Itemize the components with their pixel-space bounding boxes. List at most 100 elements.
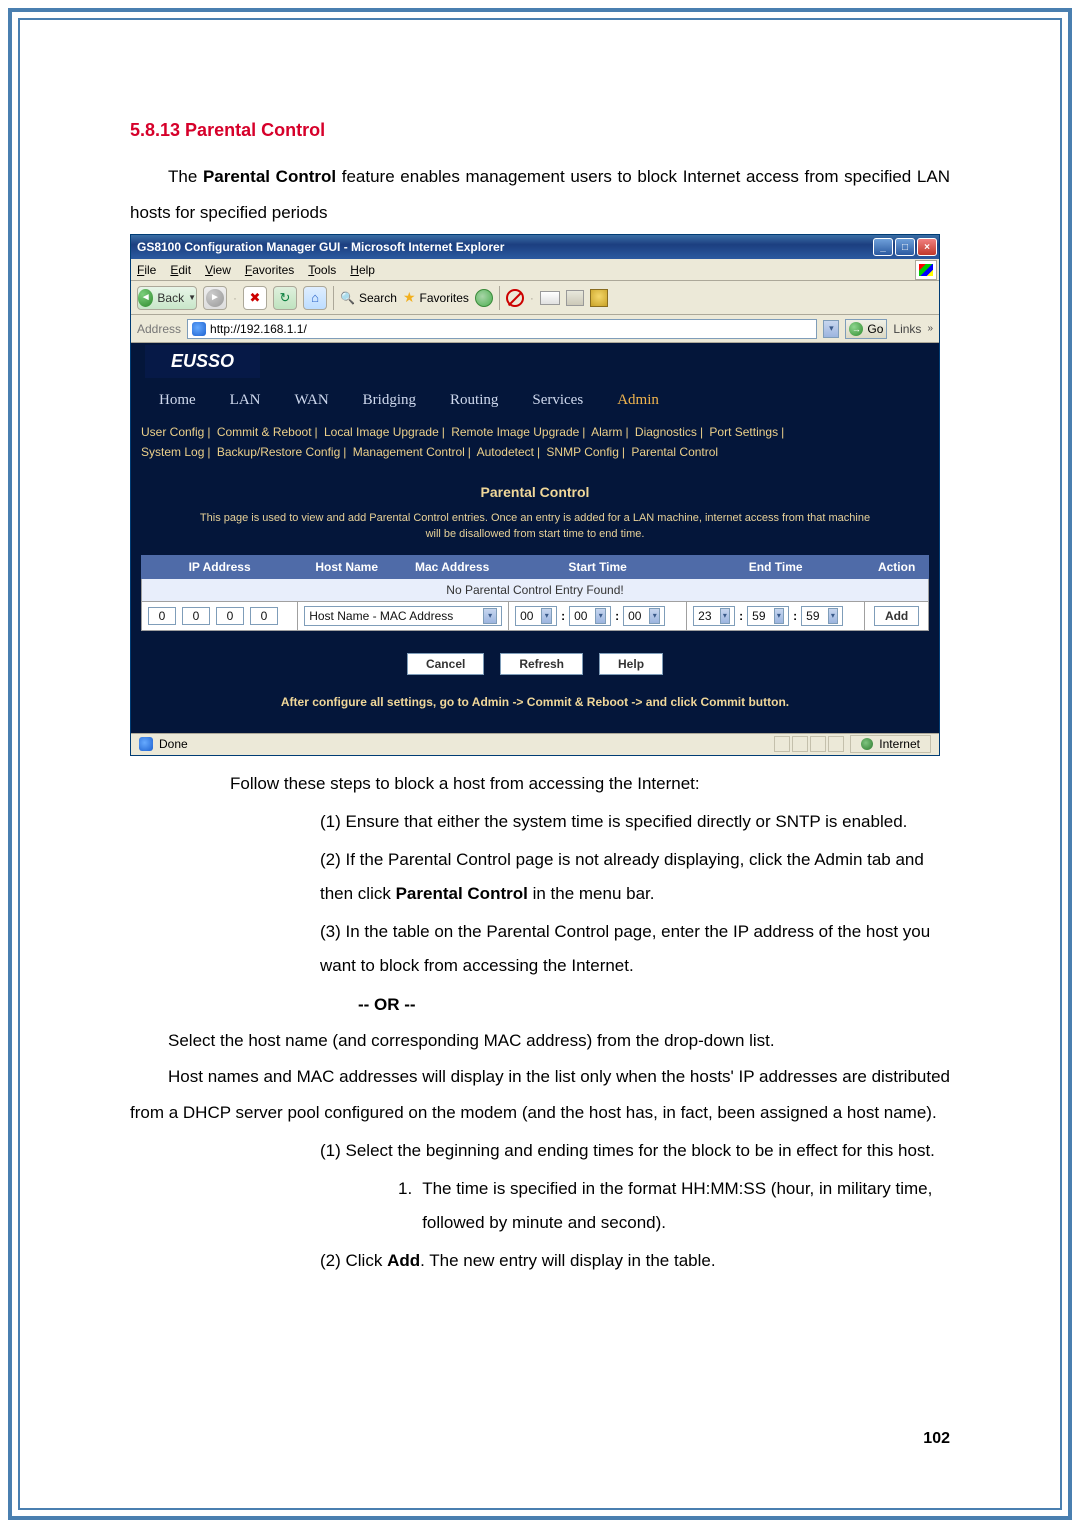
subnav-item[interactable]: Diagnostics: [635, 425, 697, 439]
links-label[interactable]: Links: [893, 322, 921, 336]
stop-button[interactable]: ✖: [243, 286, 267, 310]
popup-blocker-icon[interactable]: [506, 289, 524, 307]
print-icon[interactable]: [566, 290, 584, 306]
list-item: (1) Select the beginning and ending time…: [320, 1134, 950, 1168]
favorites-button[interactable]: ★ Favorites: [403, 289, 469, 306]
ip-octet-1[interactable]: 0: [148, 607, 176, 625]
address-dropdown[interactable]: ▾: [823, 320, 839, 338]
subnav-item[interactable]: Local Image Upgrade: [324, 425, 439, 439]
subnav-item[interactable]: Management Control: [353, 445, 465, 459]
col-host: Host Name: [298, 555, 396, 578]
subnav-item[interactable]: Commit & Reboot: [217, 425, 312, 439]
subnav-item[interactable]: Backup/Restore Config: [217, 445, 340, 459]
section-heading: 5.8.13 Parental Control: [130, 120, 950, 141]
no-entry-row: No Parental Control Entry Found!: [142, 578, 929, 601]
title-bar: GS8100 Configuration Manager GUI - Micro…: [131, 235, 939, 259]
start-ss-select[interactable]: 00▾: [623, 606, 665, 626]
host-mac-cell: Host Name - MAC Address ▾: [298, 601, 509, 630]
time-colon: :: [615, 609, 619, 623]
start-time-cell: 00▾ : 00▾ : 00▾: [509, 601, 687, 630]
nav-admin[interactable]: Admin: [617, 392, 659, 409]
menu-view[interactable]: View: [205, 263, 231, 277]
links-chevron-icon[interactable]: »: [927, 323, 933, 334]
status-bar: Done Internet: [131, 733, 939, 755]
menu-favorites[interactable]: Favorites: [245, 263, 294, 277]
forward-button[interactable]: ►: [203, 286, 227, 310]
status-seg: [774, 736, 790, 752]
steps-list-3: (2) Click Add. The new entry will displa…: [130, 1244, 950, 1278]
nav-home[interactable]: Home: [159, 392, 196, 409]
mail-icon[interactable]: [540, 291, 560, 305]
history-icon[interactable]: [475, 289, 493, 307]
subnav-item[interactable]: Parental Control: [631, 445, 718, 459]
nav-lan[interactable]: LAN: [230, 392, 261, 409]
intro-prefix: The: [168, 167, 203, 186]
search-icon: 🔍: [340, 291, 355, 305]
sub-num: 1.: [398, 1172, 412, 1240]
end-hh-select[interactable]: 23▾: [693, 606, 735, 626]
table-header-row: IP Address Host Name Mac Address Start T…: [142, 555, 929, 578]
address-input[interactable]: http://192.168.1.1/: [187, 319, 817, 339]
page-description: This page is used to view and add Parent…: [141, 510, 929, 555]
close-button[interactable]: ×: [917, 238, 937, 256]
menu-help[interactable]: Help: [350, 263, 375, 277]
back-button[interactable]: ◄ Back ▼: [137, 286, 197, 310]
subnav-item[interactable]: System Log: [141, 445, 204, 459]
back-arrow-icon: ◄: [138, 289, 153, 307]
subnav-item[interactable]: Remote Image Upgrade: [451, 425, 579, 439]
nav-services[interactable]: Services: [532, 392, 583, 409]
steps-list-2: (1) Select the beginning and ending time…: [130, 1134, 950, 1168]
nav-wan[interactable]: WAN: [295, 392, 329, 409]
nav-routing[interactable]: Routing: [450, 392, 498, 409]
maximize-button[interactable]: □: [895, 238, 915, 256]
ip-octet-2[interactable]: 0: [182, 607, 210, 625]
subnav-item[interactable]: User Config: [141, 425, 204, 439]
home-button[interactable]: ⌂: [303, 286, 327, 310]
toolbar-sep-1: ·: [233, 291, 237, 305]
sub-nav: User Config| Commit & Reboot| Local Imag…: [141, 419, 929, 469]
ip-octet-3[interactable]: 0: [216, 607, 244, 625]
chevron-down-icon: ▾: [595, 608, 606, 624]
go-button[interactable]: → Go: [845, 319, 887, 339]
subnav-item[interactable]: Alarm: [591, 425, 622, 439]
page-refresh-button[interactable]: Refresh: [500, 653, 583, 675]
ip-octet-4[interactable]: 0: [250, 607, 278, 625]
help-button[interactable]: Help: [599, 653, 663, 675]
host-mac-value: Host Name - MAC Address: [309, 609, 453, 623]
ie-page-icon: [192, 322, 206, 336]
add-button[interactable]: Add: [874, 606, 919, 626]
start-mm-select[interactable]: 00▾: [569, 606, 611, 626]
chevron-down-icon: ▾: [828, 608, 839, 624]
follow-steps-intro: Follow these steps to block a host from …: [130, 766, 950, 802]
address-label: Address: [137, 322, 181, 336]
toolbar-sep-2: [333, 286, 334, 310]
menu-file[interactable]: File: [137, 263, 156, 277]
minimize-button[interactable]: _: [873, 238, 893, 256]
list-item: (2) If the Parental Control page is not …: [320, 843, 950, 911]
commit-note: After configure all settings, go to Admi…: [141, 689, 929, 719]
menu-edit[interactable]: Edit: [170, 263, 191, 277]
nav-bridging[interactable]: Bridging: [363, 392, 416, 409]
subnav-item[interactable]: SNMP Config: [546, 445, 618, 459]
back-dropdown-icon: ▼: [188, 293, 196, 302]
status-zone: Internet: [850, 735, 931, 753]
menu-tools[interactable]: Tools: [308, 263, 336, 277]
sub-list: 1. The time is specified in the format H…: [130, 1172, 950, 1240]
subnav-item[interactable]: Port Settings: [709, 425, 778, 439]
ip-cell: 0 0 0 0: [142, 601, 298, 630]
col-action: Action: [865, 555, 929, 578]
status-segments: [774, 736, 844, 752]
start-hh-select[interactable]: 00▾: [515, 606, 557, 626]
intro-bold: Parental Control: [203, 167, 336, 186]
end-ss-select[interactable]: 59▾: [801, 606, 843, 626]
end-mm-select[interactable]: 59▾: [747, 606, 789, 626]
subnav-item[interactable]: Autodetect: [477, 445, 534, 459]
cancel-button[interactable]: Cancel: [407, 653, 484, 675]
refresh-button[interactable]: ↻: [273, 286, 297, 310]
time-colon: :: [739, 609, 743, 623]
status-done-text: Done: [159, 737, 188, 751]
host-mac-select[interactable]: Host Name - MAC Address ▾: [304, 606, 502, 626]
research-icon[interactable]: [590, 289, 608, 307]
search-button[interactable]: 🔍 Search: [340, 291, 397, 305]
col-end: End Time: [687, 555, 865, 578]
